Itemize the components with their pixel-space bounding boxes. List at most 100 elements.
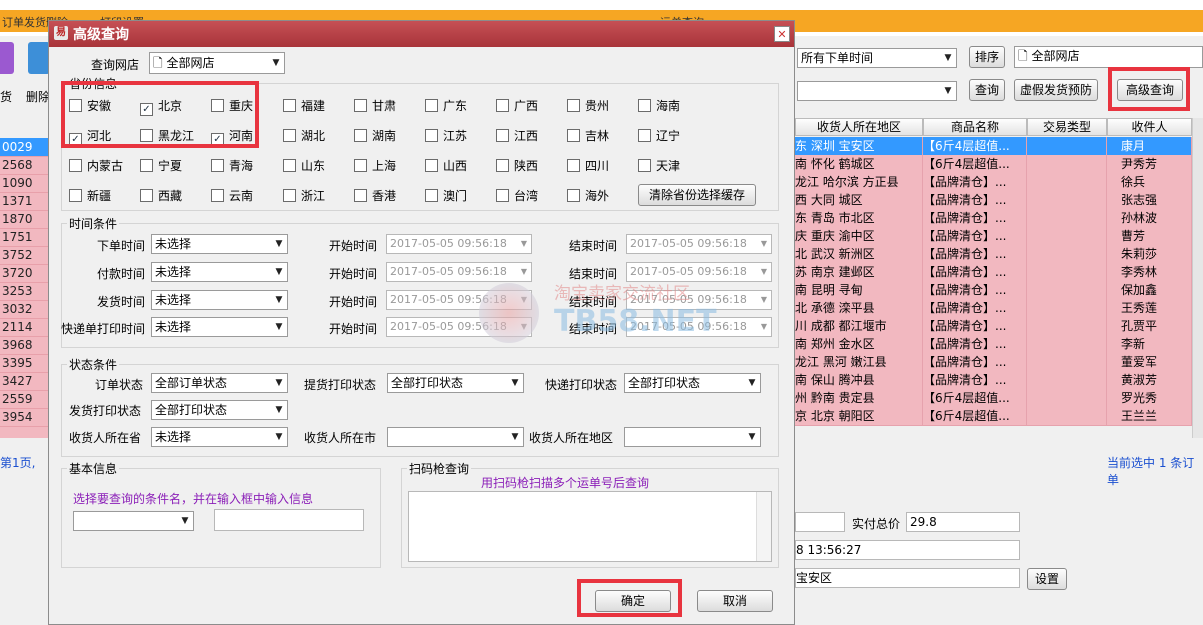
left-grid-row[interactable]: 1371 <box>0 192 48 211</box>
secondary-select[interactable]: ▼ <box>797 81 957 101</box>
checkbox-icon[interactable] <box>638 159 651 172</box>
checkbox-icon[interactable] <box>425 129 438 142</box>
ship-print-status-select[interactable]: 全部打印状态 ▼ <box>151 400 288 420</box>
end-time-picker[interactable]: 2017-05-05 09:56:18 ▼ <box>626 234 772 254</box>
pick-print-status-select[interactable]: 全部打印状态 ▼ <box>387 373 524 393</box>
province-checkbox-30[interactable]: 云南 <box>211 187 253 203</box>
table-row[interactable]: 龙江 黑河 嫩江县 【品牌清仓】... 董爱军 <box>795 353 1192 372</box>
left-grid-row[interactable]: 3427 <box>0 372 48 391</box>
receiver-province-select[interactable]: 未选择 ▼ <box>151 427 288 447</box>
left-grid-row[interactable]: 0029 <box>0 138 48 157</box>
grid-scrollbar[interactable] <box>1192 118 1203 438</box>
checkbox-icon[interactable] <box>283 99 296 112</box>
checkbox-icon[interactable] <box>567 99 580 112</box>
checkbox-icon[interactable] <box>567 129 580 142</box>
ship-icon[interactable] <box>0 42 14 74</box>
left-grid-row[interactable]: 3253 <box>0 282 48 301</box>
settings-button[interactable]: 设置 <box>1027 568 1067 590</box>
province-checkbox-24[interactable]: 山西 <box>425 157 467 173</box>
province-checkbox-32[interactable]: 香港 <box>354 187 396 203</box>
checkbox-icon[interactable] <box>425 99 438 112</box>
checkbox-icon[interactable] <box>211 159 224 172</box>
col-header-receiver[interactable]: 收件人 <box>1107 118 1192 136</box>
order-time-select[interactable]: 所有下单时间 ▼ <box>797 48 957 68</box>
scan-input-area[interactable] <box>408 491 772 562</box>
table-row[interactable]: 苏 南京 建邺区 【品牌清仓】... 李秀林 <box>795 263 1192 282</box>
sort-button[interactable]: 排序 <box>969 46 1005 68</box>
checkbox-icon[interactable] <box>354 129 367 142</box>
table-row[interactable]: 东 青岛 市北区 【品牌清仓】... 孙林波 <box>795 209 1192 228</box>
province-checkbox-26[interactable]: 四川 <box>567 157 609 173</box>
checkbox-icon[interactable] <box>496 129 509 142</box>
province-checkbox-27[interactable]: 天津 <box>638 157 680 173</box>
scan-scrollbar[interactable] <box>756 492 771 561</box>
bg-field-1[interactable] <box>795 512 845 532</box>
left-grid-row[interactable]: 3954 <box>0 408 48 427</box>
time-type-select[interactable]: 未选择 ▼ <box>151 262 288 282</box>
time-type-select[interactable]: 未选择 ▼ <box>151 290 288 310</box>
checkbox-icon[interactable] <box>567 159 580 172</box>
province-checkbox-25[interactable]: 陕西 <box>496 157 538 173</box>
table-row[interactable]: 南 昆明 寻甸 【品牌清仓】... 保加鑫 <box>795 281 1192 300</box>
close-icon[interactable]: ✕ <box>774 26 790 42</box>
left-grid-row[interactable]: 1751 <box>0 228 48 247</box>
time-field[interactable]: 8 13:56:27 <box>795 540 1020 560</box>
table-row[interactable]: 庆 重庆 渝中区 【品牌清仓】... 曹芳 <box>795 227 1192 246</box>
left-grid-row[interactable]: 2114 <box>0 318 48 337</box>
left-grid-row[interactable]: 3968 <box>0 336 48 355</box>
order-status-select[interactable]: 全部订单状态 ▼ <box>151 373 288 393</box>
province-checkbox-4[interactable]: 福建 <box>283 97 325 113</box>
shop-select-bg[interactable]: 🗋 全部网店 <box>1014 46 1203 68</box>
time-type-select[interactable]: 未选择 ▼ <box>151 234 288 254</box>
province-checkbox-29[interactable]: 西藏 <box>140 187 182 203</box>
checkbox-icon[interactable] <box>496 159 509 172</box>
express-print-status-select[interactable]: 全部打印状态 ▼ <box>624 373 761 393</box>
shop-select[interactable]: 🗋 全部网店 ▼ <box>149 52 285 74</box>
province-checkbox-19[interactable]: 内蒙古 <box>69 157 123 173</box>
province-checkbox-6[interactable]: 广东 <box>425 97 467 113</box>
table-row[interactable]: 川 成都 都江堰市 【品牌清仓】... 孔贾平 <box>795 317 1192 336</box>
province-checkbox-17[interactable]: 吉林 <box>567 127 609 143</box>
checkbox-icon[interactable] <box>283 129 296 142</box>
checkbox-icon[interactable] <box>69 189 82 202</box>
province-checkbox-22[interactable]: 山东 <box>283 157 325 173</box>
checkbox-icon[interactable] <box>354 159 367 172</box>
province-checkbox-13[interactable]: 湖北 <box>283 127 325 143</box>
table-row[interactable]: 南 怀化 鹤城区 【6斤4层超值... 尹秀芳 <box>795 155 1192 174</box>
checkbox-icon[interactable] <box>283 189 296 202</box>
table-row[interactable]: 京 北京 朝阳区 【6斤4层超值... 王兰兰 <box>795 407 1192 426</box>
province-checkbox-15[interactable]: 江苏 <box>425 127 467 143</box>
left-grid-row[interactable]: 3395 <box>0 354 48 373</box>
province-checkbox-34[interactable]: 台湾 <box>496 187 538 203</box>
checkbox-icon[interactable] <box>69 159 82 172</box>
start-time-picker[interactable]: 2017-05-05 09:56:18 ▼ <box>386 234 532 254</box>
table-row[interactable]: 东 深圳 宝安区 【6斤4层超值... 康月 <box>795 137 1192 156</box>
province-checkbox-18[interactable]: 辽宁 <box>638 127 680 143</box>
left-grid-row[interactable]: 1870 <box>0 210 48 229</box>
checkbox-icon[interactable] <box>425 159 438 172</box>
checkbox-icon[interactable] <box>638 99 651 112</box>
province-checkbox-8[interactable]: 贵州 <box>567 97 609 113</box>
query-button[interactable]: 查询 <box>969 79 1005 101</box>
province-checkbox-14[interactable]: 湖南 <box>354 127 396 143</box>
receiver-district-select[interactable]: ▼ <box>624 427 761 447</box>
left-grid-row[interactable]: 3752 <box>0 246 48 265</box>
time-type-select[interactable]: 未选择 ▼ <box>151 317 288 337</box>
checkbox-icon[interactable] <box>496 189 509 202</box>
province-checkbox-28[interactable]: 新疆 <box>69 187 111 203</box>
left-grid-row[interactable]: 2559 <box>0 390 48 409</box>
province-checkbox-20[interactable]: 宁夏 <box>140 157 182 173</box>
table-row[interactable]: 南 郑州 金水区 【品牌清仓】... 李新 <box>795 335 1192 354</box>
total-price-field[interactable]: 29.8 <box>906 512 1020 532</box>
province-checkbox-7[interactable]: 广西 <box>496 97 538 113</box>
table-row[interactable]: 西 大同 城区 【品牌清仓】... 张志强 <box>795 191 1192 210</box>
checkbox-icon[interactable] <box>211 189 224 202</box>
fake-ship-prevent-button[interactable]: 虚假发货预防 <box>1014 79 1098 101</box>
province-checkbox-9[interactable]: 海南 <box>638 97 680 113</box>
province-checkbox-5[interactable]: 甘肃 <box>354 97 396 113</box>
area-field[interactable]: 宝安区 <box>795 568 1020 588</box>
province-checkbox-16[interactable]: 江西 <box>496 127 538 143</box>
table-row[interactable]: 北 承德 滦平县 【品牌清仓】... 王秀莲 <box>795 299 1192 318</box>
province-checkbox-33[interactable]: 澳门 <box>425 187 467 203</box>
left-grid-row[interactable]: 2568 <box>0 156 48 175</box>
